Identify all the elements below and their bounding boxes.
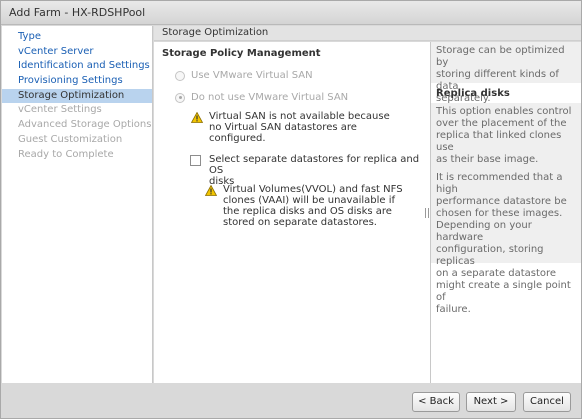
radio-use-vsan-label: Use VMware Virtual SAN — [191, 70, 313, 81]
help-intro: Storage can be optimized by storing diff… — [431, 42, 581, 104]
next-button[interactable]: Next > — [466, 392, 516, 412]
vsan-warning-line: configured. — [209, 133, 266, 144]
section-title: Storage Policy Management — [162, 48, 321, 59]
warning-icon — [205, 185, 217, 196]
help-panel: Storage can be optimized by storing diff… — [430, 42, 581, 383]
radio-use-vsan — [175, 70, 185, 81]
help-body: This option enables control over the pla… — [431, 103, 581, 315]
cancel-button[interactable]: Cancel — [523, 392, 571, 412]
warning-icon — [191, 112, 203, 123]
separate-datastores-row: Select separate datastores for replica a… — [190, 154, 430, 187]
help-paragraph: It is recommended that a high performanc… — [436, 172, 571, 315]
radio-no-vsan-row: Do not use VMware Virtual SAN — [175, 92, 348, 103]
vsan-warning-line: Virtual SAN is not available because — [209, 111, 390, 122]
radio-no-vsan — [175, 92, 185, 103]
vsan-warning-line: no Virtual SAN datastores are — [209, 122, 357, 133]
vvol-warning-line: the replica disks and OS disks are — [223, 206, 392, 217]
radio-use-vsan-row: Use VMware Virtual SAN — [175, 70, 313, 81]
vsan-warning: Virtual SAN is not available because no … — [191, 111, 411, 147]
main-panel: Storage Policy Management Use VMware Vir… — [154, 42, 430, 383]
add-farm-dialog: Add Farm - HX-RDSHPool Type vCenter Serv… — [0, 0, 582, 419]
nav-item-vcenter-settings: vCenter Settings — [18, 104, 102, 116]
vvol-warning: Virtual Volumes(VVOL) and fast NFS clone… — [205, 184, 420, 232]
vvol-warning-line: stored on separate datastores. — [223, 217, 377, 228]
content-header: Storage Optimization — [154, 26, 581, 41]
nav-item-vcenter-server[interactable]: vCenter Server — [2, 45, 152, 60]
dialog-footer: < Back Next > Cancel — [1, 384, 581, 418]
help-paragraph: This option enables control over the pla… — [436, 106, 572, 165]
panel-splitter-handle[interactable] — [425, 208, 429, 218]
nav-item-ready-to-complete: Ready to Complete — [18, 148, 114, 160]
wizard-steps-nav: Type vCenter Server Identification and S… — [2, 26, 153, 383]
nav-item-provisioning-settings[interactable]: Provisioning Settings — [2, 74, 152, 89]
window-title: Add Farm - HX-RDSHPool — [9, 6, 146, 19]
nav-item-guest-customization: Guest Customization — [18, 133, 123, 145]
nav-item-storage-optimization[interactable]: Storage Optimization — [2, 88, 152, 104]
help-heading: Replica disks — [436, 88, 510, 99]
nav-item-type[interactable]: Type — [2, 30, 152, 45]
nav-item-advanced-storage-options: Advanced Storage Options — [18, 119, 152, 131]
separate-datastores-label: Select separate datastores for replica a… — [209, 154, 420, 176]
vvol-warning-line: clones (VAAI) will be unavailable if — [223, 195, 396, 206]
separate-datastores-checkbox[interactable] — [190, 155, 201, 166]
page-title: Storage Optimization — [162, 27, 269, 38]
nav-item-identification-settings[interactable]: Identification and Settings — [2, 59, 152, 74]
back-button[interactable]: < Back — [412, 392, 460, 412]
help-intro-line: Storage can be optimized by — [436, 45, 565, 68]
radio-no-vsan-label: Do not use VMware Virtual SAN — [191, 92, 349, 103]
title-bar: Add Farm - HX-RDSHPool — [1, 1, 581, 25]
vvol-warning-line: Virtual Volumes(VVOL) and fast NFS — [223, 184, 403, 195]
